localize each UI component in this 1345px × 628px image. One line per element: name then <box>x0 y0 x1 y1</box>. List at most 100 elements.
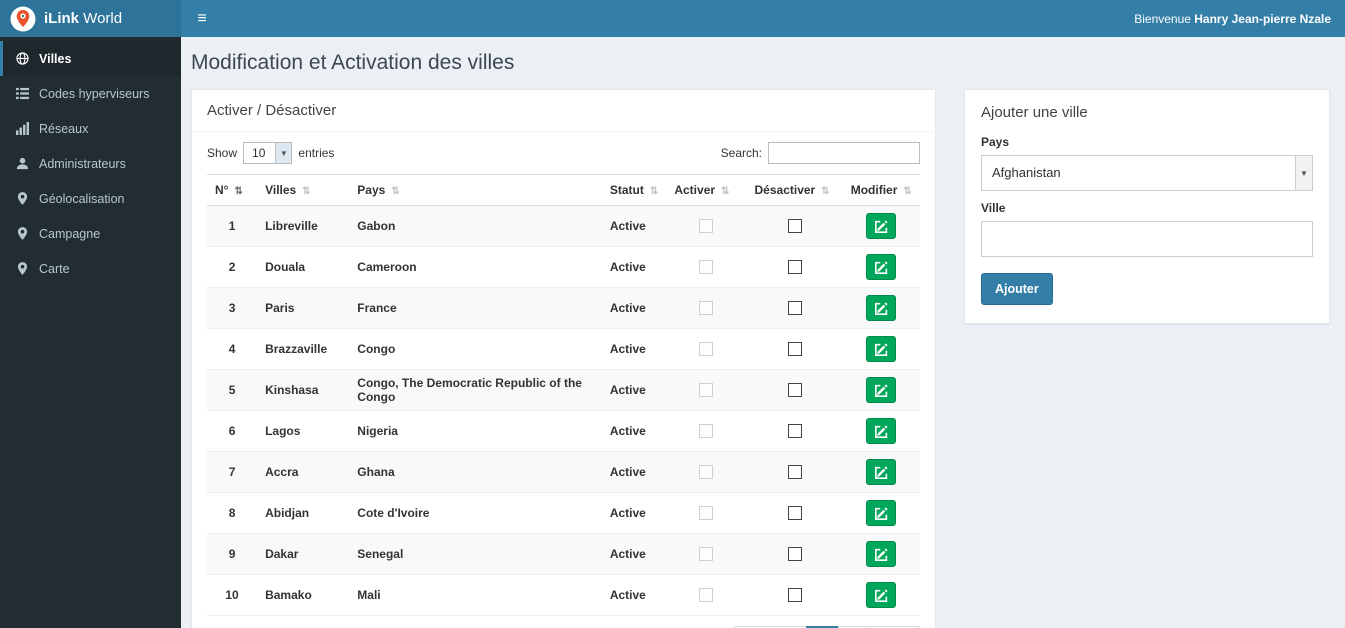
ville-cell: Paris <box>257 287 350 329</box>
ville-cell: Kinshasa <box>257 369 350 411</box>
search-input[interactable] <box>768 142 920 164</box>
sort-icon: ⇅ <box>903 186 912 197</box>
pays-select[interactable]: Afghanistan ▼ <box>981 155 1313 191</box>
row-number: 8 <box>207 492 258 534</box>
table-row: 5 Kinshasa Congo, The Democratic Republic … <box>207 369 920 411</box>
sidebar-item-label: Réseaux <box>39 121 89 136</box>
show-label: Show <box>207 146 238 160</box>
desactiver-checkbox[interactable] <box>787 301 802 316</box>
pays-cell: Cote d'Ivoire <box>349 492 602 534</box>
ajouter-button[interactable]: Ajouter <box>981 273 1053 305</box>
column-header-modifier[interactable]: Modifier ⇅ <box>842 174 920 206</box>
desactiver-checkbox[interactable] <box>787 342 802 357</box>
row-number: 1 <box>207 205 258 247</box>
ville-input[interactable] <box>981 221 1313 257</box>
statut-cell: Active <box>601 328 667 370</box>
edit-button[interactable] <box>866 459 897 485</box>
edit-button[interactable] <box>866 295 897 321</box>
cities-panel: Activer / Désactiver Show 10 ▼ entries S… <box>191 89 936 628</box>
main-content: Modification et Activation des villes Ac… <box>181 37 1345 628</box>
table-row: 9 Dakar Senegal Active <box>207 533 920 575</box>
desactiver-checkbox[interactable] <box>787 260 802 275</box>
statut-cell: Active <box>601 533 667 575</box>
sidebar-item-reseaux[interactable]: Réseaux <box>0 111 181 146</box>
sidebar-item-label: Carte <box>39 261 70 276</box>
sort-icon: ⇅ <box>649 186 659 197</box>
ville-cell: Douala <box>257 246 350 288</box>
menu-toggle-button[interactable]: ≡ <box>181 0 223 37</box>
edit-button[interactable] <box>866 254 897 280</box>
map-marker-icon <box>15 192 30 205</box>
desactiver-checkbox[interactable] <box>787 424 802 439</box>
page-length-control: Show 10 ▼ entries <box>207 142 334 164</box>
edit-pencil-icon <box>874 342 888 356</box>
row-number: 6 <box>207 410 258 452</box>
activer-checkbox <box>699 465 714 480</box>
ville-cell: Lagos <box>257 410 350 452</box>
ville-cell: Bamako <box>257 574 350 616</box>
sort-icon: ⇅ <box>391 186 400 197</box>
edit-button[interactable] <box>866 213 897 239</box>
desactiver-checkbox[interactable] <box>787 547 802 562</box>
desactiver-checkbox[interactable] <box>787 383 802 398</box>
desactiver-checkbox[interactable] <box>787 506 802 521</box>
desactiver-checkbox[interactable] <box>787 219 802 234</box>
edit-button[interactable] <box>866 541 897 567</box>
page-title: Modification et Activation des villes <box>191 51 515 74</box>
panel-title: Activer / Désactiver <box>192 90 935 132</box>
edit-pencil-icon <box>874 424 888 438</box>
column-header-statut[interactable]: Statut ⇅ <box>601 174 667 206</box>
activer-checkbox <box>699 506 714 521</box>
pays-cell: Ghana <box>349 451 602 493</box>
column-header-num[interactable]: N° ⇅ <box>207 174 258 206</box>
column-header-desactiver[interactable]: Désactiver ⇅ <box>746 174 843 206</box>
map-marker-icon <box>15 227 30 240</box>
activer-checkbox <box>699 260 714 275</box>
sidebar-item-carte[interactable]: Carte <box>0 251 181 286</box>
table-row: 7 Accra Ghana Active <box>207 451 920 493</box>
edit-button[interactable] <box>866 418 897 444</box>
activer-checkbox <box>699 588 714 603</box>
brand-logo-icon <box>10 6 36 32</box>
topbar: ≡ Bienvenue Hanry Jean-pierre Nzale <box>181 0 1345 37</box>
edit-button[interactable] <box>866 500 897 526</box>
column-header-activer[interactable]: Activer ⇅ <box>666 174 747 206</box>
row-number: 7 <box>207 451 258 493</box>
row-number: 4 <box>207 328 258 370</box>
sidebar-item-administrateurs[interactable]: Administrateurs <box>0 146 181 181</box>
column-header-villes[interactable]: Villes ⇅ <box>257 174 350 206</box>
page-length-select[interactable]: 10 ▼ <box>243 142 293 164</box>
edit-button[interactable] <box>866 336 897 362</box>
edit-button[interactable] <box>866 377 897 403</box>
sort-icon: ⇅ <box>234 186 243 197</box>
activer-checkbox <box>699 383 714 398</box>
pays-cell: France <box>349 287 602 329</box>
column-header-pays[interactable]: Pays ⇅ <box>349 174 602 206</box>
sidebar-item-label: Villes <box>39 51 72 66</box>
chevron-down-icon: ▼ <box>275 143 292 163</box>
sidebar-item-campagne[interactable]: Campagne <box>0 216 181 251</box>
desactiver-checkbox[interactable] <box>787 465 802 480</box>
row-number: 5 <box>207 369 258 411</box>
statut-cell: Active <box>601 574 667 616</box>
edit-pencil-icon <box>874 383 888 397</box>
app-title: iLink World <box>44 10 123 27</box>
sidebar-item-codes-hyperviseurs[interactable]: Codes hyperviseurs <box>0 76 181 111</box>
entries-label: entries <box>298 146 335 160</box>
sidebar-item-geolocalisation[interactable]: Géolocalisation <box>0 181 181 216</box>
chevron-down-icon: ▼ <box>1295 156 1312 190</box>
ville-cell: Accra <box>257 451 350 493</box>
globe-icon <box>15 52 30 65</box>
edit-pencil-icon <box>874 547 888 561</box>
pays-cell: Congo <box>349 328 602 370</box>
table-row: 8 Abidjan Cote d'Ivoire Active <box>207 492 920 534</box>
desactiver-checkbox[interactable] <box>787 588 802 603</box>
table-row: 2 Douala Cameroon Active <box>207 246 920 288</box>
ville-cell: Abidjan <box>257 492 350 534</box>
statut-cell: Active <box>601 205 667 247</box>
sidebar-item-villes[interactable]: Villes <box>0 41 181 76</box>
sort-icon: ⇅ <box>302 186 311 197</box>
ville-label: Ville <box>981 201 1006 215</box>
brand-header: iLink World <box>0 0 181 37</box>
edit-button[interactable] <box>866 582 897 608</box>
